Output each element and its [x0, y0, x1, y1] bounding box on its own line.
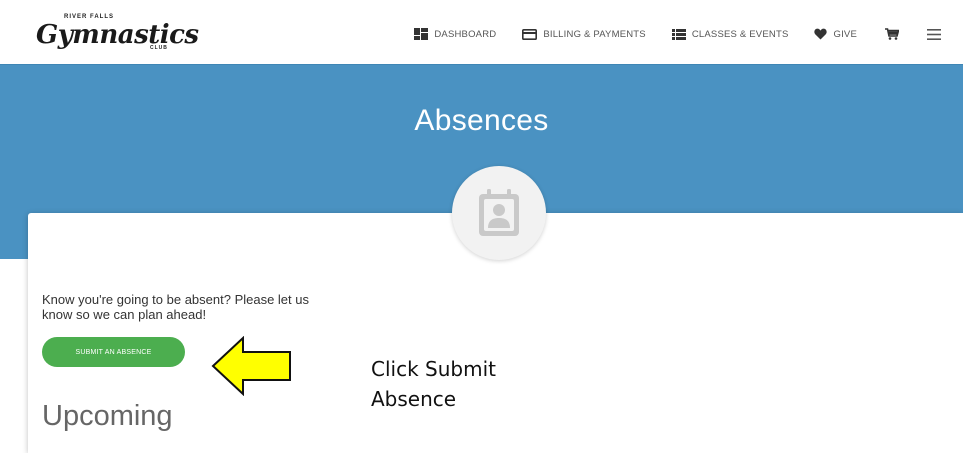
nav-classes[interactable]: CLASSES & EVENTS — [671, 28, 789, 40]
nav-billing[interactable]: BILLING & PAYMENTS — [522, 29, 646, 40]
dashboard-icon — [414, 28, 429, 40]
club-logo[interactable]: RIVER FALLS Gymnastics CLUB — [34, 12, 199, 56]
heart-icon — [814, 28, 828, 40]
nav-give[interactable]: GIVE — [814, 28, 857, 40]
list-icon — [671, 28, 686, 40]
top-navbar: RIVER FALLS Gymnastics CLUB DASHBOARD BI… — [0, 0, 963, 64]
nav-classes-label: CLASSES & EVENTS — [691, 28, 789, 40]
absence-intro-text: Know you're going to be absent? Please l… — [42, 292, 309, 322]
logo-script-text: Gymnastics — [36, 20, 199, 50]
nav-billing-label: BILLING & PAYMENTS — [543, 28, 646, 40]
cart-icon — [885, 28, 899, 40]
card-icon — [522, 28, 538, 40]
nav-give-label: GIVE — [833, 28, 857, 40]
nav-dashboard-label: DASHBOARD — [434, 28, 497, 40]
page-title: Absences — [414, 104, 549, 137]
cart-button[interactable] — [885, 28, 899, 40]
annotation-text: Click Submit Absence — [371, 357, 496, 411]
menu-icon — [927, 28, 941, 40]
submit-absence-button[interactable]: SUBMIT AN ABSENCE — [42, 337, 185, 367]
logo-bottom-text: CLUB — [150, 45, 168, 51]
main-nav: DASHBOARD BILLING & PAYMENTS CLASSES & E… — [388, 26, 941, 42]
person-calendar-icon — [479, 189, 519, 236]
absence-avatar — [452, 166, 546, 260]
nav-dashboard[interactable]: DASHBOARD — [414, 28, 496, 40]
menu-button[interactable] — [927, 28, 941, 40]
arrow-left-icon — [211, 336, 291, 396]
upcoming-heading: Upcoming — [42, 400, 173, 432]
